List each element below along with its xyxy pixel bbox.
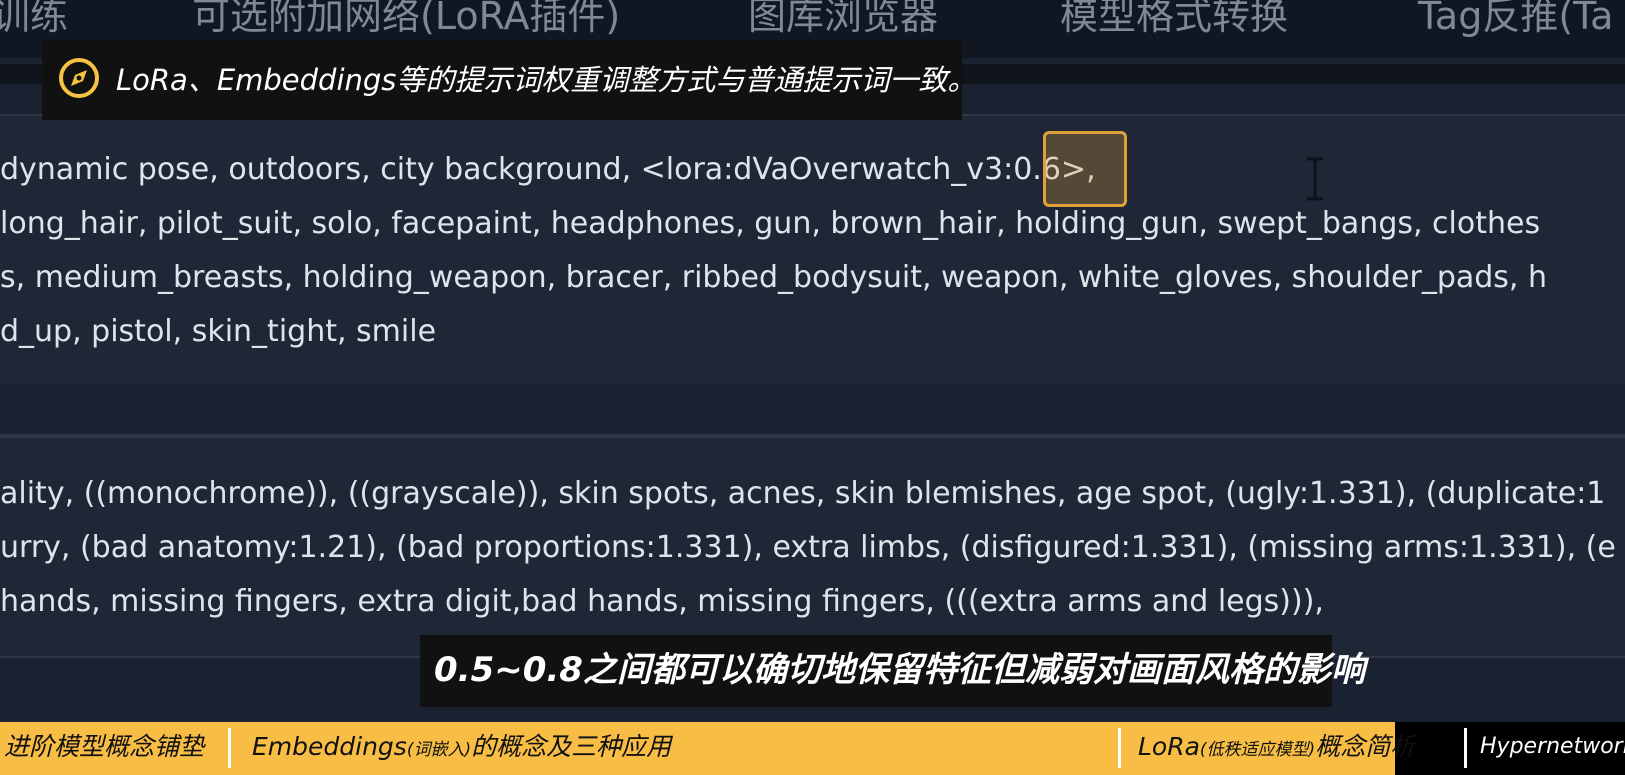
tab-tagger[interactable]: Tag反推(Ta (1418, 0, 1613, 42)
chapter-embeddings[interactable]: Embeddings(词嵌入)的概念及三种应用 (252, 729, 671, 768)
chapter-embeddings-rest: 的概念及三种应用 (471, 732, 672, 761)
screen: 训练 可选附加网络(LoRA插件) 图库浏览器 模型格式转换 Tag反推(Ta … (0, 0, 1625, 775)
lora-weight-highlight (1043, 131, 1127, 207)
positive-prompt-line: dynamic pose, outdoors, city background,… (0, 152, 1096, 187)
subtitle: 0.5~0.8之间都可以确切地保留特征但减弱对画面风格的影响 (434, 650, 1365, 690)
tab-model-converter[interactable]: 模型格式转换 (1060, 0, 1288, 42)
text-cursor-icon (1307, 157, 1323, 201)
panel-gap (0, 384, 1625, 436)
chapter-lora-note: (低秩适应模型) (1199, 740, 1316, 760)
chapter-divider (1118, 728, 1121, 768)
tab-additional-networks[interactable]: 可选附加网络(LoRA插件) (192, 0, 620, 42)
chapter-lora-rest: 概念简析 (1315, 732, 1416, 761)
chapter-embeddings-title: Embeddings (252, 732, 407, 761)
chapter-advanced-concepts[interactable]: 进阶模型概念铺垫 (4, 729, 204, 765)
tab-train[interactable]: 训练 (0, 0, 68, 42)
chapter-embeddings-note: (词嵌入) (406, 740, 472, 760)
chapter-divider (1464, 728, 1467, 768)
chapter-lora[interactable]: LoRa(低秩适应模型)概念简析 (1138, 729, 1415, 768)
compass-icon (59, 58, 99, 98)
positive-prompt-line: d_up, pistol, skin_tight, smile (0, 314, 437, 349)
tip-text: LoRa、Embeddings等的提示词权重调整方式与普通提示词一致。 (116, 63, 977, 97)
chapter-divider (228, 728, 231, 768)
chapter-hypernetwork[interactable]: Hypernetwork (超网 (1480, 729, 1625, 765)
tip-banner: LoRa、Embeddings等的提示词权重调整方式与普通提示词一致。 (42, 40, 976, 120)
chapter-lora-title: LoRa (1138, 732, 1200, 761)
negative-prompt-line: urry, (bad anatomy:1.21), (bad proportio… (0, 530, 1616, 565)
negative-prompt-line: hands, missing fingers, extra digit,bad … (0, 584, 1324, 619)
negative-prompt-line: ality, ((monochrome)), ((grayscale)), sk… (0, 476, 1606, 511)
positive-prompt-line: long_hair, pilot_suit, solo, facepaint, … (0, 206, 1541, 241)
tab-image-browser[interactable]: 图库浏览器 (748, 0, 938, 42)
chapter-bar: 进阶模型概念铺垫 Embeddings(词嵌入)的概念及三种应用 LoRa(低秩… (0, 722, 1625, 775)
positive-prompt-line: s, medium_breasts, holding_weapon, brace… (0, 260, 1548, 295)
